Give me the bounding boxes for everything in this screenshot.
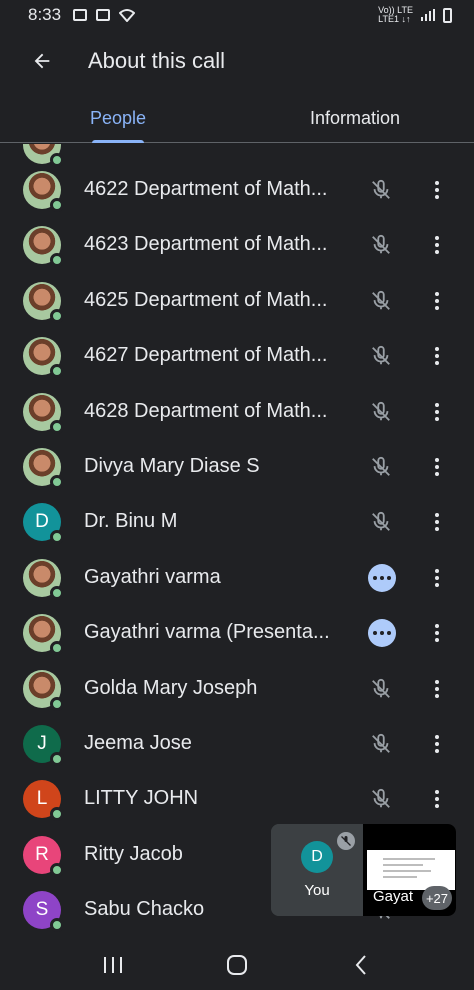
- online-indicator: [50, 474, 64, 489]
- wifi-icon: [119, 9, 136, 22]
- mic-off-icon: [368, 232, 394, 258]
- tab-people[interactable]: People: [0, 95, 236, 142]
- participant-name: 4623 Department of Math...: [84, 233, 328, 255]
- online-indicator: [50, 419, 64, 434]
- participant-row[interactable]: Gayathri varma: [0, 550, 474, 605]
- mic-off-icon: [368, 676, 394, 702]
- arrow-back-icon: [34, 53, 50, 69]
- speaking-indicator-icon: [368, 618, 396, 647]
- presenter-tile[interactable]: Gayat +27: [363, 824, 456, 916]
- online-indicator: [50, 862, 64, 877]
- signal-icon: [421, 9, 435, 21]
- mic-off-icon: [368, 509, 394, 535]
- mic-off-icon: [337, 832, 355, 850]
- call-preview[interactable]: D You Gayat +27: [271, 824, 456, 916]
- chevron-left-icon: [355, 955, 366, 975]
- mic-off-icon: [368, 288, 394, 314]
- participant-name: 4627 Department of Math...: [84, 344, 328, 366]
- online-indicator: [50, 696, 64, 711]
- more-options-button[interactable]: [424, 288, 450, 314]
- system-nav-bar: [0, 940, 474, 990]
- mic-off-icon: [368, 343, 394, 369]
- participant-name: LITTY JOHN: [84, 787, 199, 809]
- battery-icon: [443, 7, 452, 23]
- video-icon: [96, 9, 111, 21]
- mic-off-icon: [368, 399, 394, 425]
- online-indicator: [50, 585, 64, 600]
- participant-name: Golda Mary Joseph: [84, 677, 258, 699]
- more-options-button[interactable]: [424, 509, 450, 535]
- online-indicator: [50, 917, 64, 932]
- home-button[interactable]: [222, 950, 252, 980]
- more-options-button[interactable]: [424, 177, 450, 203]
- self-tile[interactable]: D You: [271, 824, 363, 916]
- more-options-button[interactable]: [424, 399, 450, 425]
- participant-row[interactable]: L LITTY JOHN: [0, 771, 474, 826]
- self-avatar: D: [301, 841, 333, 873]
- mic-off-icon: [368, 454, 394, 480]
- tab-information[interactable]: Information: [236, 95, 474, 142]
- presenter-label: Gayat: [373, 888, 414, 905]
- status-bar: 8:33 Vo)) LTE LTE1 ↓↑: [0, 0, 474, 30]
- participant-row[interactable]: Divya Mary Diase S: [0, 439, 474, 494]
- participant-name: Dr. Binu M: [84, 510, 178, 532]
- participant-name: Jeema Jose: [84, 732, 192, 754]
- participant-row[interactable]: 4627 Department of Math...: [0, 328, 474, 383]
- online-indicator: [50, 197, 64, 212]
- more-options-button[interactable]: [424, 786, 450, 812]
- participant-row[interactable]: D Dr. Binu M: [0, 494, 474, 549]
- more-options-button[interactable]: [424, 232, 450, 258]
- tab-bar: People Information: [0, 95, 474, 143]
- online-indicator: [50, 252, 64, 267]
- status-time: 8:33: [28, 5, 62, 24]
- home-icon: [227, 955, 247, 975]
- participant-row[interactable]: 4623 Department of Math...: [0, 217, 474, 272]
- presentation-thumbnail: [367, 850, 455, 890]
- online-indicator: [50, 751, 64, 766]
- more-options-button[interactable]: [424, 565, 450, 591]
- online-indicator: [50, 363, 64, 378]
- more-options-button[interactable]: [424, 731, 450, 757]
- participant-row[interactable]: Gayathri varma (Presenta...: [0, 605, 474, 660]
- participant-name: Divya Mary Diase S: [84, 455, 260, 477]
- participant-row[interactable]: 4625 Department of Math...: [0, 273, 474, 328]
- mic-off-icon: [368, 731, 394, 757]
- online-indicator: [50, 529, 64, 544]
- more-options-button[interactable]: [424, 676, 450, 702]
- participant-name: Gayathri varma (Presenta...: [84, 621, 330, 643]
- recents-icon: [104, 957, 122, 973]
- page-title: About this call: [88, 48, 225, 73]
- participant-row[interactable]: 4622 Department of Math...: [0, 162, 474, 217]
- online-indicator: [50, 640, 64, 655]
- participant-row[interactable]: Golda Mary Joseph: [0, 661, 474, 716]
- participant-row[interactable]: 4628 Department of Math...: [0, 384, 474, 439]
- more-participants-badge: +27: [422, 886, 452, 910]
- back-nav-button[interactable]: [346, 950, 376, 980]
- speaking-indicator-icon: [368, 563, 396, 592]
- online-indicator: [50, 806, 64, 821]
- recents-button[interactable]: [98, 952, 128, 978]
- more-options-button[interactable]: [424, 620, 450, 646]
- mic-off-icon: [368, 177, 394, 203]
- gallery-icon: [73, 9, 88, 21]
- participant-name: 4628 Department of Math...: [84, 400, 328, 422]
- self-label: You: [304, 882, 330, 899]
- more-options-button[interactable]: [424, 343, 450, 369]
- mic-off-icon: [368, 786, 394, 812]
- participant-name: Gayathri varma: [84, 566, 221, 588]
- participant-list[interactable]: 4622 Department of Math... 4623 Departmen…: [0, 144, 474, 940]
- back-button[interactable]: [0, 30, 84, 92]
- network-indicator: Vo)) LTE LTE1 ↓↑: [378, 5, 413, 24]
- participant-name: 4625 Department of Math...: [84, 289, 328, 311]
- more-options-button[interactable]: [424, 454, 450, 480]
- app-header: About this call: [0, 30, 474, 92]
- online-indicator: [50, 308, 64, 323]
- participant-row[interactable]: J Jeema Jose: [0, 716, 474, 771]
- participant-name: 4622 Department of Math...: [84, 178, 328, 200]
